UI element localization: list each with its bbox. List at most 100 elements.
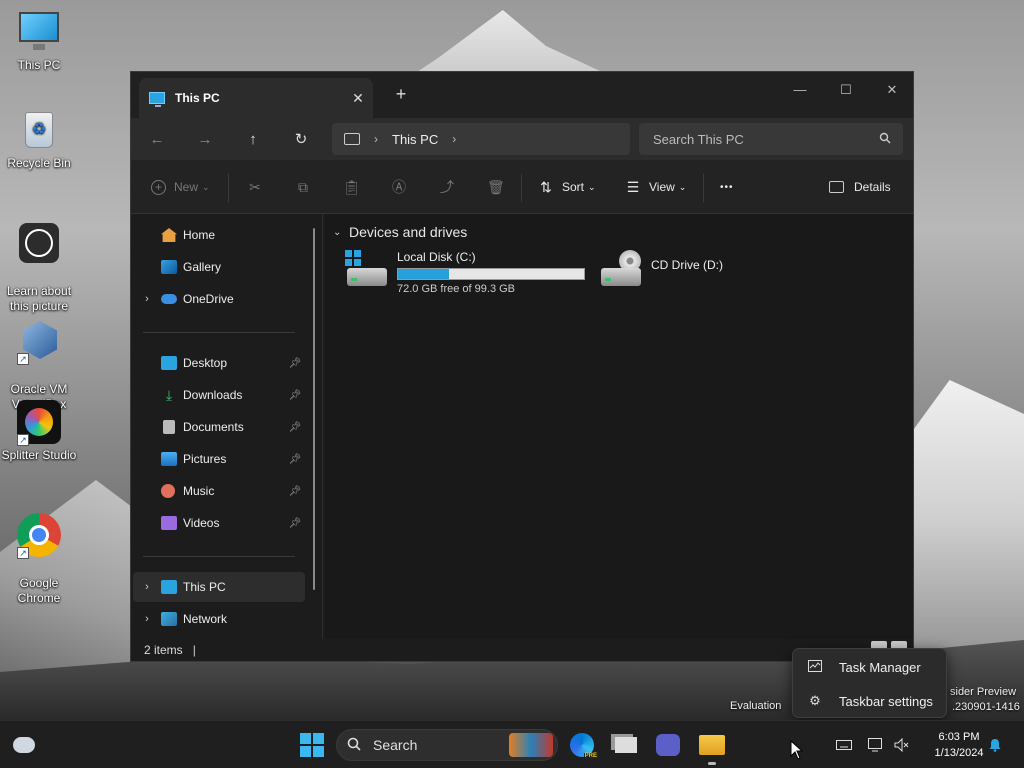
sidebar-item-pictures[interactable]: Pictures 📌︎ [133,444,305,474]
music-icon [161,484,175,498]
desktop-icon-label: This PC [17,58,61,72]
taskbar-edge-button[interactable]: PRE [566,729,598,761]
search-icon[interactable] [879,132,891,147]
taskbar-file-explorer-button[interactable] [696,729,728,761]
up-button[interactable]: ↑ [239,126,267,154]
desktop-icon-google-chrome[interactable]: ↗ Google Chrome [0,498,78,621]
gallery-icon [161,260,177,274]
notification-bell-icon[interactable] [988,721,1002,768]
more-options-button[interactable]: ••• [720,160,734,214]
pin-icon[interactable]: 📌︎ [285,518,305,529]
breadcrumb-this-pc[interactable]: This PC [392,132,438,147]
desktop-icon-splitter-studio[interactable]: ↗ Splitter Studio [0,400,78,463]
task-manager-icon [807,659,823,675]
toolbar-divider [703,174,704,202]
weather-widget-button[interactable] [8,729,40,761]
watermark-evaluation: Evaluation [730,700,782,712]
forward-button[interactable]: → [191,126,219,154]
sidebar-item-downloads[interactable]: ⤓ Downloads 📌︎ [133,380,305,410]
details-pane-button[interactable]: Details [829,160,891,214]
sidebar-item-label: Pictures [183,452,227,466]
cd-drive-icon [599,250,643,290]
command-bar: + New ⌄ ✂ ⧉ 📋︎ Ⓐ ⤴ 🗑︎ ⇅ Sort ⌄ ☰ View ⌄ … [131,160,913,214]
menu-item-task-manager[interactable]: Task Manager [797,652,942,682]
new-button[interactable]: + New ⌄ [151,160,210,214]
sidebar-item-desktop[interactable]: Desktop 📌︎ [133,348,305,378]
sidebar-item-label: Home [183,228,216,242]
rename-button[interactable]: Ⓐ [391,160,407,214]
address-bar[interactable]: › This PC › [332,123,630,155]
paste-button[interactable]: 📋︎ [343,160,361,214]
maximize-button[interactable]: ☐ [823,76,869,104]
group-header-label: Devices and drives [349,224,468,240]
search-input[interactable] [653,131,879,147]
chevron-right-icon[interactable]: › [374,132,378,146]
view-label: View [649,180,675,194]
share-button[interactable]: ⤴ [439,160,455,214]
chevron-right-icon[interactable]: › [452,132,456,146]
taskbar-task-view-button[interactable] [610,729,642,761]
keyboard-icon[interactable] [836,721,852,768]
chevron-right-icon[interactable]: › [133,613,161,625]
network-status-icon[interactable] [868,721,884,768]
pin-icon[interactable]: 📌︎ [285,454,305,465]
pin-icon[interactable]: 📌︎ [285,486,305,497]
edge-beta-icon: PRE [570,733,598,759]
pin-icon[interactable]: 📌︎ [285,358,305,369]
sort-label: Sort [562,180,585,194]
taskbar-search[interactable]: Search [336,729,558,761]
refresh-button[interactable]: ↻ [287,126,315,154]
search-highlight-icon [509,733,553,757]
file-explorer-window: This PC ✕ + — ☐ ✕ ← → ↑ ↻ › This PC › + … [130,71,914,662]
sidebar-scrollbar[interactable] [313,228,315,590]
new-tab-button[interactable]: + [389,84,413,105]
download-icon: ⤓ [165,387,173,403]
cut-button[interactable]: ✂ [247,160,263,214]
drive-cd-d[interactable]: CD Drive (D:) [599,250,723,290]
pin-icon[interactable]: 📌︎ [285,422,305,433]
mouse-cursor-icon [790,739,804,763]
monitor-icon [149,92,165,107]
cloud-icon [161,294,177,304]
drive-local-disk-c[interactable]: Local Disk (C:) 72.0 GB free of 99.3 GB [345,250,585,295]
close-window-button[interactable]: ✕ [869,76,915,104]
network-icon [161,612,177,626]
sidebar-item-label: Network [183,612,228,626]
desktop-icon-recycle-bin[interactable]: ♻ Recycle Bin [0,108,78,171]
search-box[interactable] [639,123,903,155]
ellipsis-icon: ••• [720,181,734,193]
sort-button[interactable]: ⇅ Sort ⌄ [538,160,595,214]
sidebar-item-this-pc[interactable]: › This PC [133,572,305,602]
watermark-line2: .230901-1416 [952,701,1020,713]
sidebar-item-videos[interactable]: Videos 📌︎ [133,508,305,538]
sidebar-item-onedrive[interactable]: › OneDrive [133,284,305,314]
volume-muted-icon[interactable] [894,721,910,768]
chevron-right-icon[interactable]: › [133,581,161,593]
rename-icon: Ⓐ [392,179,406,195]
drive-name: CD Drive (D:) [651,258,723,272]
desktop-icon-this-pc[interactable]: This PC [0,10,78,73]
pin-icon[interactable]: 📌︎ [285,390,305,401]
tab-this-pc[interactable]: This PC ✕ [139,78,373,118]
taskbar-teams-button[interactable] [652,729,684,761]
start-button[interactable] [296,729,328,761]
copy-button[interactable]: ⧉ [295,160,311,214]
chrome-icon: ↗ [17,513,61,559]
menu-item-taskbar-settings[interactable]: ⚙ Taskbar settings [797,686,942,716]
monitor-icon [344,133,360,145]
sidebar-item-home[interactable]: Home [133,220,305,250]
camera-icon [17,221,61,265]
delete-button[interactable]: 🗑︎ [487,160,505,214]
group-header-devices[interactable]: ⌄ Devices and drives [333,224,467,240]
navigation-bar: ← → ↑ ↻ › This PC › [131,118,913,160]
sidebar-item-network[interactable]: › Network [133,604,305,634]
monitor-icon [161,580,177,594]
chevron-right-icon[interactable]: › [133,293,161,305]
sidebar-item-gallery[interactable]: Gallery [133,252,305,282]
sidebar-item-documents[interactable]: Documents 📌︎ [133,412,305,442]
close-tab-icon[interactable]: ✕ [343,90,373,107]
minimize-button[interactable]: — [777,76,823,104]
back-button[interactable]: ← [143,126,171,154]
view-button[interactable]: ☰ View ⌄ [625,160,687,214]
sidebar-item-music[interactable]: Music 📌︎ [133,476,305,506]
